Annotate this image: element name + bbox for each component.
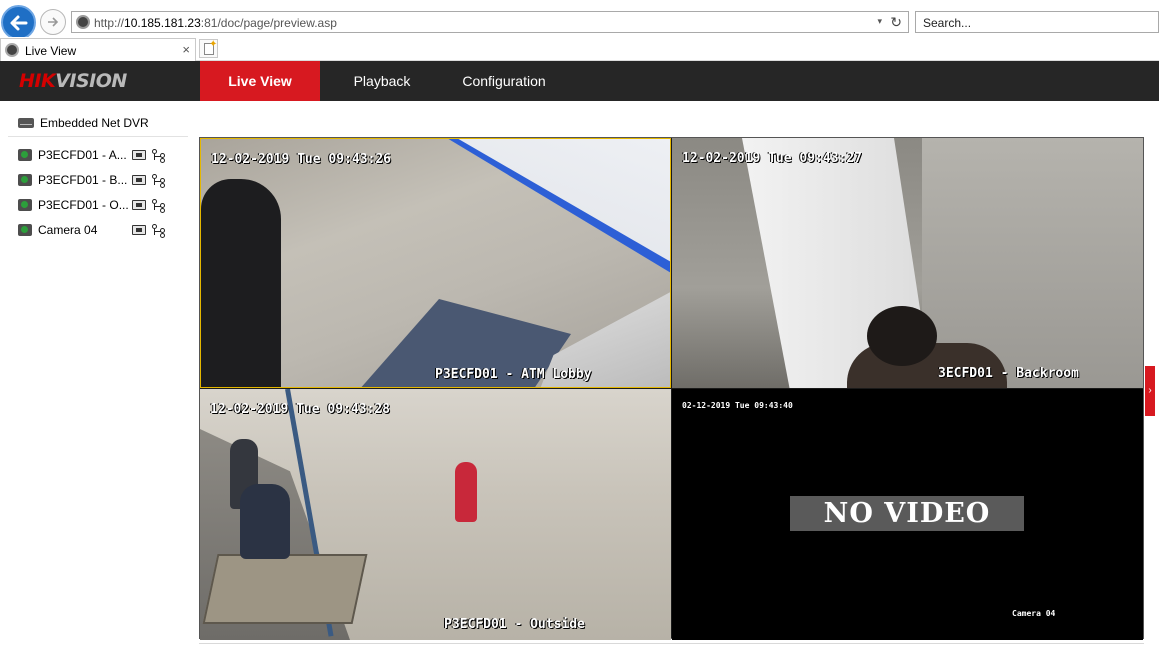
video-channel-name: P3ECFD01 - ATM Lobby [435, 367, 592, 382]
new-tab-star-icon: ✦ [209, 39, 218, 50]
device-tree-panel: Embedded Net DVR P3ECFD01 - A... P3ECFD0… [0, 101, 196, 647]
tab-strip: Live View × ✦ [0, 37, 1159, 61]
scene-bench [202, 554, 368, 624]
globe-icon [76, 15, 90, 29]
video-channel-name: 3ECFD01 - Backroom [938, 366, 1079, 381]
device-root-label: Embedded Net DVR [40, 116, 149, 130]
back-button[interactable] [1, 5, 36, 40]
camera-label: Camera 04 [38, 223, 98, 237]
browser-tab-live-view[interactable]: Live View × [0, 38, 196, 61]
record-icon[interactable] [132, 225, 146, 235]
search-input[interactable]: Search... [915, 11, 1159, 33]
nav-tab-playback[interactable]: Playback [322, 61, 442, 101]
divider [199, 643, 1144, 644]
new-tab-button[interactable]: ✦ [199, 39, 218, 58]
scene-person-head [867, 306, 937, 366]
scene-person [455, 462, 477, 522]
record-icon[interactable] [132, 150, 146, 160]
forward-arrow-icon [48, 17, 59, 27]
refresh-icon[interactable]: ↻ [890, 14, 902, 31]
logo-grey-text: VISION [55, 70, 127, 92]
camera-icon [18, 149, 32, 161]
video-tile-outside[interactable]: 12-02-2019 Tue 09:43:28 P3ECFD01 - Outsi… [200, 389, 671, 640]
ptz-icon[interactable] [152, 224, 168, 238]
video-timestamp: 02-12-2019 Tue 09:43:40 [682, 401, 793, 410]
device-root-item[interactable]: Embedded Net DVR [18, 115, 149, 131]
search-placeholder: Search... [923, 16, 972, 30]
video-channel-name: Camera 04 [1012, 609, 1056, 618]
ptz-icon[interactable] [152, 199, 168, 213]
camera-label: P3ECFD01 - O... [38, 198, 129, 212]
close-icon[interactable]: × [182, 42, 190, 57]
url-path: :81/doc/page/preview.asp [200, 16, 337, 30]
video-timestamp: 12-02-2019 Tue 09:43:28 [210, 402, 391, 417]
record-icon[interactable] [132, 200, 146, 210]
address-dropdown-icon[interactable]: ▾ [877, 16, 882, 27]
camera-list-item[interactable]: P3ECFD01 - O... [18, 197, 178, 213]
video-tile-backroom[interactable]: 12-02-2019 Tue 09:43:27 3ECFD01 - Backro… [672, 138, 1143, 388]
panel-divider [8, 136, 188, 137]
camera-icon [18, 199, 32, 211]
no-video-overlay: NO VIDEO [790, 496, 1024, 531]
nav-tab-live-view[interactable]: Live View [200, 61, 320, 101]
url-scheme: http:// [94, 16, 125, 30]
camera-list-item[interactable]: P3ECFD01 - B... [18, 172, 178, 188]
scene-person [240, 484, 290, 559]
camera-list-item[interactable]: Camera 04 [18, 222, 178, 238]
url-text[interactable]: http://10.185.181.23:81/doc/page/preview… [94, 16, 337, 30]
camera-label: P3ECFD01 - B... [38, 173, 128, 187]
address-bar[interactable]: http://10.185.181.23:81/doc/page/preview… [71, 11, 909, 33]
video-timestamp: 12-02-2019 Tue 09:43:27 [682, 151, 863, 166]
ptz-icon[interactable] [152, 149, 168, 163]
back-arrow-icon [10, 15, 27, 30]
logo-red-text: HIK [19, 70, 56, 92]
tab-title: Live View [25, 44, 77, 58]
camera-icon [18, 224, 32, 236]
video-channel-name: P3ECFD01 - Outside [444, 617, 585, 632]
scene-person [201, 179, 281, 387]
video-tile-camera-04[interactable]: 02-12-2019 Tue 09:43:40 NO VIDEO Camera … [672, 389, 1143, 640]
url-host: 10.185.181.23 [124, 16, 201, 30]
nav-tab-configuration[interactable]: Configuration [442, 61, 566, 101]
camera-label: P3ECFD01 - A... [38, 148, 127, 162]
favicon-icon [5, 43, 19, 57]
camera-icon [18, 174, 32, 186]
browser-toolbar: http://10.185.181.23:81/doc/page/preview… [0, 0, 1159, 42]
dvr-icon [18, 118, 34, 128]
ptz-icon[interactable] [152, 174, 168, 188]
live-video-grid: 12-02-2019 Tue 09:43:26 P3ECFD01 - ATM L… [199, 137, 1144, 640]
side-panel-toggle[interactable]: › [1145, 366, 1155, 416]
video-timestamp: 12-02-2019 Tue 09:43:26 [211, 152, 392, 167]
hikvision-logo: HIKVISION [19, 70, 127, 92]
app-header: HIKVISION Live View Playback Configurati… [0, 61, 1159, 101]
scene-wall [456, 139, 670, 279]
camera-list-item[interactable]: P3ECFD01 - A... [18, 147, 178, 163]
video-tile-atm-lobby[interactable]: 12-02-2019 Tue 09:43:26 P3ECFD01 - ATM L… [200, 138, 671, 388]
forward-button[interactable] [40, 9, 66, 35]
record-icon[interactable] [132, 175, 146, 185]
